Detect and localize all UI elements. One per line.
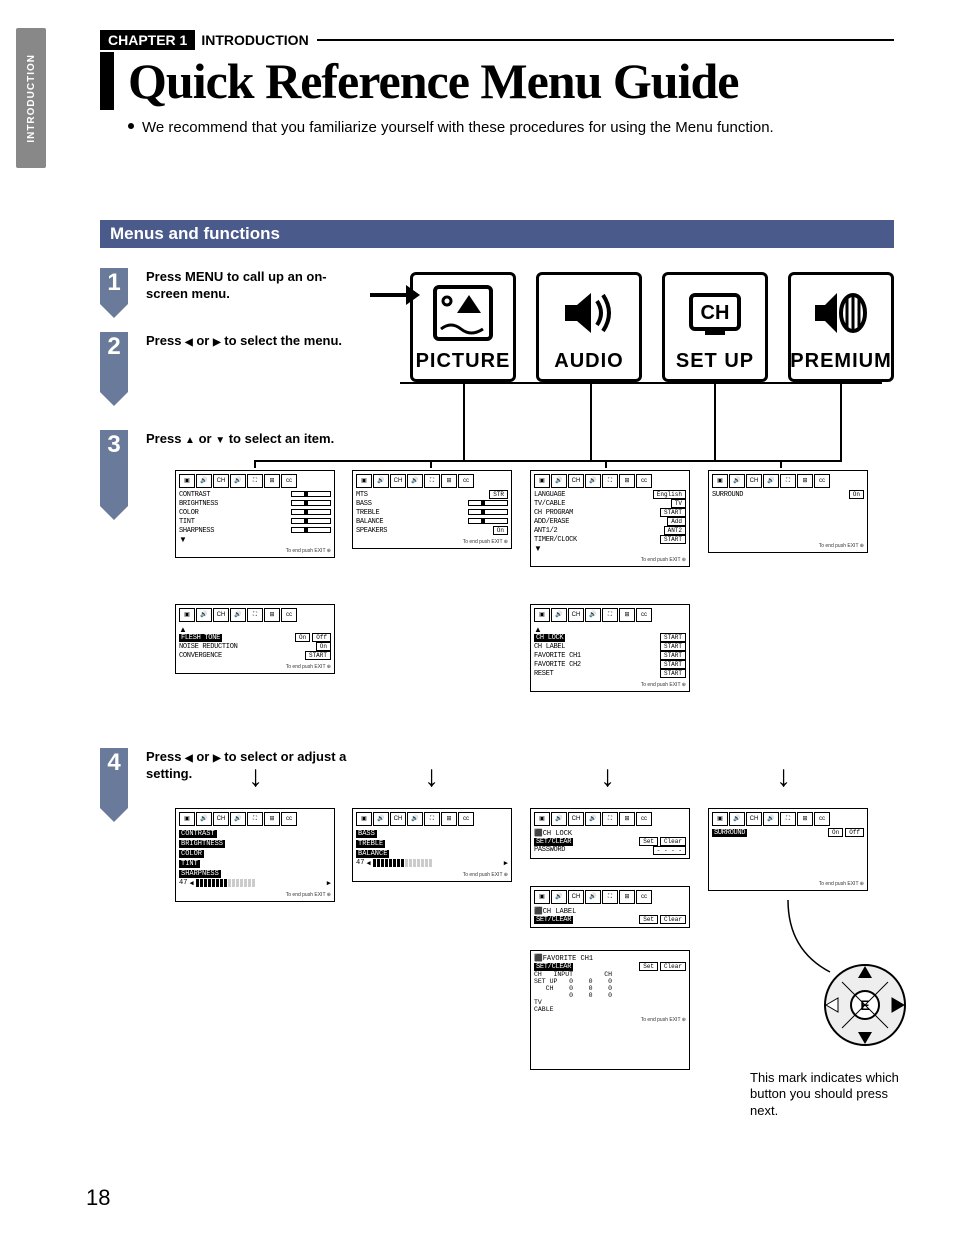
osd-audio-adj: ▣🔊CH🔊⛶⊞cc BASSTREBLEBALANCE 47◀▶ To end … [352, 808, 512, 882]
connector-line [714, 382, 716, 462]
connector-line [254, 460, 842, 462]
arrow-down-icon: ↓ [776, 760, 791, 794]
chapter-rule [317, 39, 894, 41]
page-number: 18 [86, 1185, 110, 1211]
menu-picture-label: PICTURE [416, 350, 511, 373]
osd-setup-chlock: ▣🔊CH🔊⛶⊞cc ⬛CH LOCK SET/CLEARSet Clear PA… [530, 808, 690, 859]
step-3-text: Press ▲ or ▼ to select an item. [146, 430, 334, 448]
setup-icon: CH [685, 285, 745, 341]
menu-premium-label: PREMIUM [790, 350, 891, 373]
arrow-down-icon: ↓ [424, 760, 439, 794]
triangle-left-icon: ◀ [185, 337, 193, 348]
step-4-arrow: 4 [100, 748, 128, 808]
osd-setup-2: ▣🔊CH🔊⛶⊞cc ▲ CH LOCKSTARTCH LABELSTARTFAV… [530, 604, 690, 692]
intro-text: We recommend that you familiarize yourse… [128, 118, 894, 138]
osd-premium-1: ▣🔊CH🔊⛶⊞cc SURROUNDOn To end push EXIT ⊕ [708, 470, 868, 553]
nav-dpad-icon: E [820, 960, 910, 1050]
picture-icon [433, 285, 493, 341]
step-2-text: Press ◀ or ▶ to select the menu. [146, 332, 342, 350]
audio-icon [559, 285, 619, 341]
triangle-down-icon: ▼ [215, 435, 225, 446]
connector-line [400, 382, 882, 384]
connector-line [605, 460, 607, 468]
page-title: Quick Reference Menu Guide [128, 52, 739, 110]
osd-premium-adj: ▣🔊CH🔊⛶⊞cc SURROUNDOn Off To end push EXI… [708, 808, 868, 891]
step-1-arrow: 1 [100, 268, 128, 304]
osd-setup-1: ▣🔊CH🔊⛶⊞cc LANGUAGEEnglishTV/CABLETVCH PR… [530, 470, 690, 567]
side-tab-label: INTRODUCTION [26, 54, 37, 143]
title-bar [100, 52, 114, 110]
osd-picture-2: ▣🔊CH🔊⛶⊞cc ▲ FLESH TONEOn OffNOISE REDUCT… [175, 604, 335, 674]
menu-audio[interactable]: AUDIO [536, 272, 642, 382]
nav-note: This mark indicates which button you sho… [750, 1070, 900, 1121]
osd-picture-adj: ▣🔊CH🔊⛶⊞cc CONTRASTBRIGHTNESSCOLORTINTSHA… [175, 808, 335, 902]
connector-line [430, 460, 432, 468]
premium-icon [811, 285, 871, 341]
triangle-left-icon: ◀ [185, 753, 193, 764]
step-3-arrow: 3 [100, 430, 128, 506]
menu-setup-label: SET UP [676, 350, 754, 373]
connector-line [780, 460, 782, 468]
arrow-down-icon: ↓ [600, 760, 615, 794]
step-1-text: Press MENU to call up an on-screen menu. [146, 268, 356, 303]
triangle-up-icon: ▲ [185, 435, 195, 446]
chapter-badge: CHAPTER 1 [100, 30, 195, 50]
menu-setup[interactable]: CH SET UP [662, 272, 768, 382]
step-2-arrow: 2 [100, 332, 128, 392]
osd-setup-chlabel: ▣🔊CH🔊⛶⊞cc ⬛CH LABEL SET/CLEARSet Clear [530, 886, 690, 928]
connector-line [840, 382, 842, 462]
menu-audio-label: AUDIO [554, 350, 623, 373]
svg-text:CH: CH [701, 302, 730, 324]
arrow-down-icon: ↓ [248, 760, 263, 794]
connector-line [463, 382, 465, 462]
osd-picture-1: ▣🔊CH🔊⛶⊞cc CONTRASTBRIGHTNESSCOLORTINTSHA… [175, 470, 335, 558]
side-tab: INTRODUCTION [16, 28, 46, 168]
section-heading: Menus and functions [100, 220, 894, 248]
connector-line [254, 460, 256, 468]
menu-picture[interactable]: PICTURE [410, 272, 516, 382]
osd-audio-1: ▣🔊CH🔊⛶⊞cc MTSSTRBASSTREBLEBALANCESPEAKER… [352, 470, 512, 549]
menu-premium[interactable]: PREMIUM [788, 272, 894, 382]
connector-line [590, 382, 592, 462]
bullet-icon [128, 123, 134, 129]
triangle-right-icon: ▶ [213, 337, 221, 348]
osd-setup-favorite: ⬛FAVORITE CH1 SET/CLEARSet Clear CH INPU… [530, 950, 690, 1070]
chapter-label: INTRODUCTION [201, 32, 308, 48]
triangle-right-icon: ▶ [213, 753, 221, 764]
